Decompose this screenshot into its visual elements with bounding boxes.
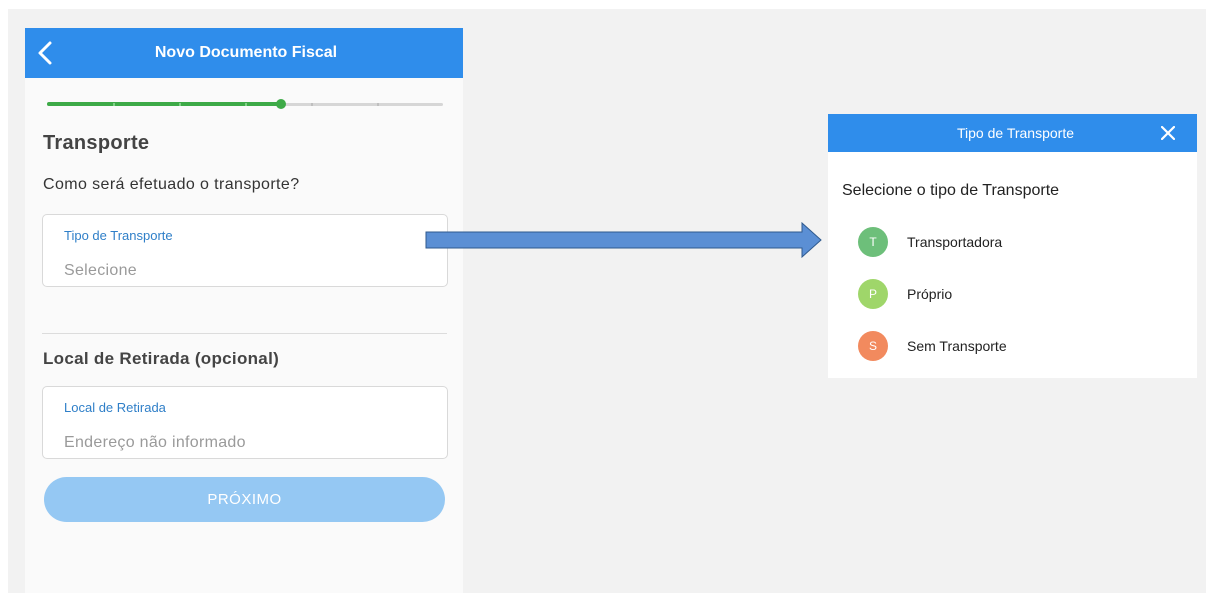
option-label: Transportadora	[907, 234, 1003, 250]
transport-type-modal: Tipo de Transporte Selecione o tipo de T…	[828, 114, 1197, 378]
close-icon[interactable]	[1161, 126, 1175, 140]
option-sem-transporte[interactable]: S Sem Transporte	[848, 330, 1178, 362]
modal-header: Tipo de Transporte	[828, 114, 1197, 152]
section-divider	[42, 333, 447, 334]
pickup-location-label: Local de Retirada	[64, 400, 166, 415]
pickup-location-value: Endereço não informado	[64, 434, 246, 451]
section-title-transport: Transporte	[43, 132, 150, 154]
modal-subtitle: Selecione o tipo de Transporte	[842, 182, 1060, 199]
pickup-location-field[interactable]: Local de Retirada Endereço não informado	[42, 386, 448, 459]
page-title: Novo Documento Fiscal	[154, 44, 338, 61]
section-title-pickup: Local de Retirada (opcional)	[43, 349, 280, 368]
transport-type-value: Selecione	[64, 262, 137, 279]
transport-form-screen: Novo Documento Fiscal Transporte Como se…	[25, 28, 463, 593]
progress-step-tick	[178, 103, 181, 106]
app-bar: Novo Documento Fiscal	[25, 28, 463, 78]
option-label: Sem Transporte	[907, 338, 1007, 354]
transport-question: Como será efetuado o transporte?	[43, 176, 300, 193]
option-avatar: T	[858, 227, 888, 257]
progress-step-tick	[245, 103, 247, 106]
transport-type-label: Tipo de Transporte	[64, 228, 173, 243]
step-progress-bar	[47, 99, 443, 109]
option-label: Próprio	[907, 286, 953, 302]
modal-title: Tipo de Transporte	[957, 125, 1074, 141]
progress-step-tick	[310, 103, 313, 106]
flow-arrow	[425, 222, 822, 258]
option-avatar: S	[858, 331, 888, 361]
transport-type-field[interactable]: Tipo de Transporte Selecione	[42, 214, 448, 287]
next-button[interactable]: PRÓXIMO	[44, 477, 445, 522]
progress-step-tick	[377, 103, 379, 106]
option-proprio[interactable]: P Próprio	[848, 278, 1178, 310]
option-avatar: P	[858, 279, 888, 309]
option-transportadora[interactable]: T Transportadora	[848, 226, 1178, 258]
progress-step-tick	[112, 103, 115, 106]
progress-knob	[275, 99, 286, 109]
